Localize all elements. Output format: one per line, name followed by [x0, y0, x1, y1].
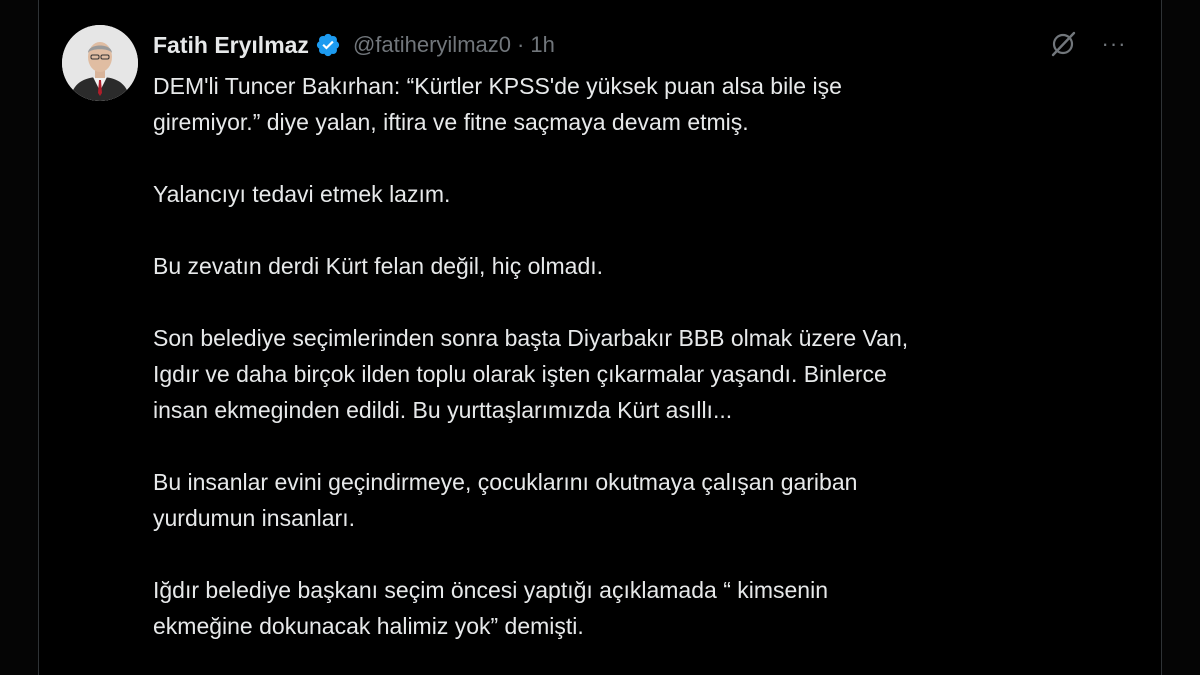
backdrop-right — [1162, 0, 1200, 675]
line: giremiyor.” diye yalan, iftira ve fitne … — [153, 109, 749, 135]
paragraph-1: DEM'li Tuncer Bakırhan: “Kürtler KPSS'de… — [153, 68, 1143, 140]
line: Bu insanlar evini geçindirmeye, çocuklar… — [153, 469, 858, 495]
author-display-name[interactable]: Fatih Eryılmaz — [153, 32, 309, 59]
line: ekmeğine dokunacak halimiz yok” demişti. — [153, 613, 584, 639]
line: Iğdır belediye başkanı seçim öncesi yapt… — [153, 577, 828, 603]
tweet-card[interactable]: Fatih Eryılmaz @fatiheryilmaz0 · 1h ··· … — [38, 0, 1162, 675]
line: insan ekmeginden edildi. Bu yurttaşlarım… — [153, 397, 733, 423]
more-options-icon[interactable]: ··· — [1099, 32, 1129, 56]
paragraph-3: Bu zevatın derdi Kürt felan değil, hiç o… — [153, 248, 1143, 284]
line: Yalancıyı tedavi etmek lazım. — [153, 181, 451, 207]
tweet-timestamp[interactable]: 1h — [530, 32, 554, 58]
tweet-header: Fatih Eryılmaz @fatiheryilmaz0 · 1h — [153, 28, 555, 62]
line: yurdumun insanları. — [153, 505, 355, 531]
avatar-photo — [62, 25, 138, 101]
verified-badge-icon[interactable] — [315, 32, 341, 58]
line: Bu zevatın derdi Kürt felan değil, hiç o… — [153, 253, 604, 279]
line: Son belediye seçimlerinden sonra başta D… — [153, 325, 909, 351]
backdrop-left — [0, 0, 38, 675]
line: DEM'li Tuncer Bakırhan: “Kürtler KPSS'de… — [153, 73, 842, 99]
separator-dot: · — [517, 32, 525, 57]
paragraph-2: Yalancıyı tedavi etmek lazım. — [153, 176, 1143, 212]
paragraph-4: Son belediye seçimlerinden sonra başta D… — [153, 320, 1143, 428]
tweet-text: DEM'li Tuncer Bakırhan: “Kürtler KPSS'de… — [153, 68, 1143, 644]
paragraph-5: Bu insanlar evini geçindirmeye, çocuklar… — [153, 464, 1143, 536]
author-handle[interactable]: @fatiheryilmaz0 — [353, 32, 511, 58]
line: Igdır ve daha birçok ilden toplu olarak … — [153, 361, 887, 387]
grok-icon[interactable] — [1049, 30, 1077, 58]
paragraph-6: Iğdır belediye başkanı seçim öncesi yapt… — [153, 572, 1143, 644]
author-avatar[interactable] — [62, 25, 138, 101]
